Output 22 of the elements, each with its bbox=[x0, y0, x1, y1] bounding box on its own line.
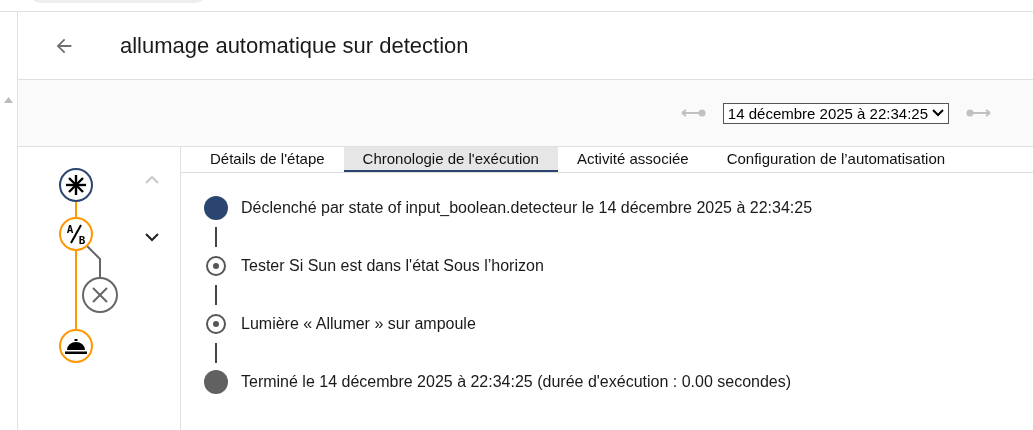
tab[interactable]: Configuration de l’automatisation bbox=[707, 147, 965, 172]
action-node[interactable] bbox=[59, 329, 93, 363]
step-dot-icon bbox=[206, 256, 226, 276]
tab[interactable]: Activité associée bbox=[557, 147, 708, 172]
timeline-entry: Terminé le 14 décembre 2025 à 22:34:25 (durée d'exécution : 0.00 secondes) bbox=[241, 373, 792, 391]
caret-icon[interactable] bbox=[932, 109, 944, 117]
run-select[interactable]: 14 décembre 2025 à 22:34:25 bbox=[722, 102, 949, 124]
page-title: allumage automatique sur detection bbox=[120, 32, 469, 59]
connector-line bbox=[75, 201, 77, 218]
start-dot-icon bbox=[204, 196, 228, 220]
tab[interactable]: Détails de l'étape bbox=[191, 147, 344, 172]
timeline-entry: Lumière « Allumer » sur ampoule bbox=[241, 315, 476, 333]
timeline-entry: Déclenché par state of input_boolean.detecteur le 14 décembre 2025 à 22:34:25 bbox=[241, 199, 813, 217]
chevron-down-icon[interactable] bbox=[144, 232, 160, 242]
end-dot-icon bbox=[204, 370, 228, 394]
failed-node[interactable] bbox=[82, 277, 118, 313]
condition-node[interactable]: A B bbox=[59, 217, 93, 251]
connector-line bbox=[86, 245, 101, 279]
step-dot-icon bbox=[206, 314, 226, 334]
timeline-entry: Tester Si Sun est dans l'état Sous l’horizon bbox=[241, 257, 544, 275]
trigger-node[interactable] bbox=[59, 168, 93, 202]
tab[interactable]: Chronologie de l'exécution bbox=[343, 147, 558, 172]
